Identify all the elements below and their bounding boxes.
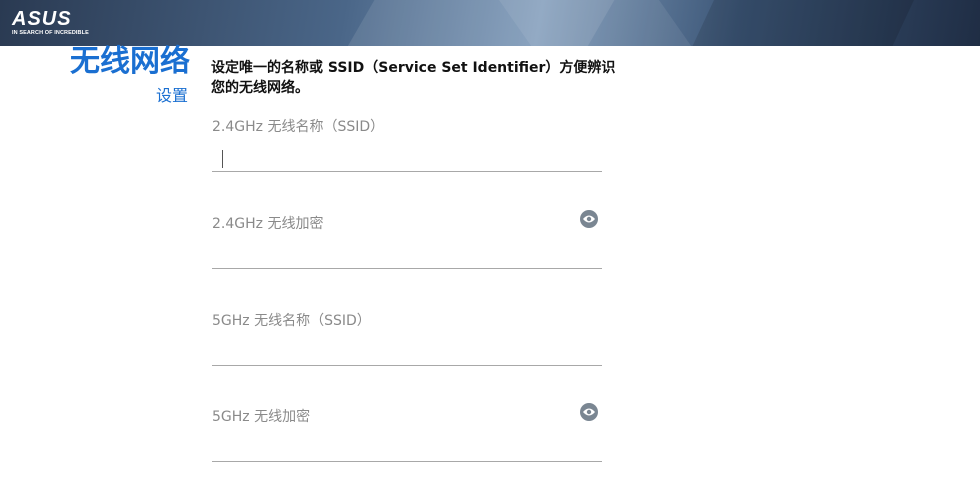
- logo-wordmark: ASUS: [12, 8, 72, 30]
- asus-logo: ASUS IN SEARCH OF INCREDIBLE: [12, 8, 89, 36]
- banner-facet: [681, 0, 919, 46]
- ssid-5ghz-label: 5GHz 无线名称（SSID）: [212, 313, 371, 329]
- ssid-24ghz-label: 2.4GHz 无线名称（SSID）: [212, 119, 385, 135]
- key-5ghz-input[interactable]: [212, 432, 602, 462]
- key-24ghz-input[interactable]: [212, 239, 602, 269]
- key-5ghz-field: 5GHz 无线加密: [212, 403, 602, 482]
- key-24ghz-label: 2.4GHz 无线加密: [212, 216, 324, 232]
- eye-icon[interactable]: [580, 403, 598, 421]
- page-title: 无线网络: [70, 44, 190, 79]
- ssid-5ghz-input[interactable]: [212, 336, 602, 366]
- key-24ghz-field: 2.4GHz 无线加密: [212, 210, 602, 289]
- ssid-5ghz-field: 5GHz 无线名称（SSID）: [212, 310, 602, 386]
- page-subtitle: 设置: [155, 86, 188, 105]
- ssid-24ghz-field: 2.4GHz 无线名称（SSID）: [212, 116, 602, 192]
- logo-tagline: IN SEARCH OF INCREDIBLE: [12, 30, 89, 36]
- ssid-24ghz-input[interactable]: [212, 142, 602, 172]
- page-description: 设定唯一的名称或 SSID（Service Set Identifier）方便辨…: [211, 60, 616, 96]
- text-caret: [222, 150, 223, 168]
- eye-icon[interactable]: [580, 210, 598, 228]
- key-5ghz-label: 5GHz 无线加密: [212, 409, 311, 425]
